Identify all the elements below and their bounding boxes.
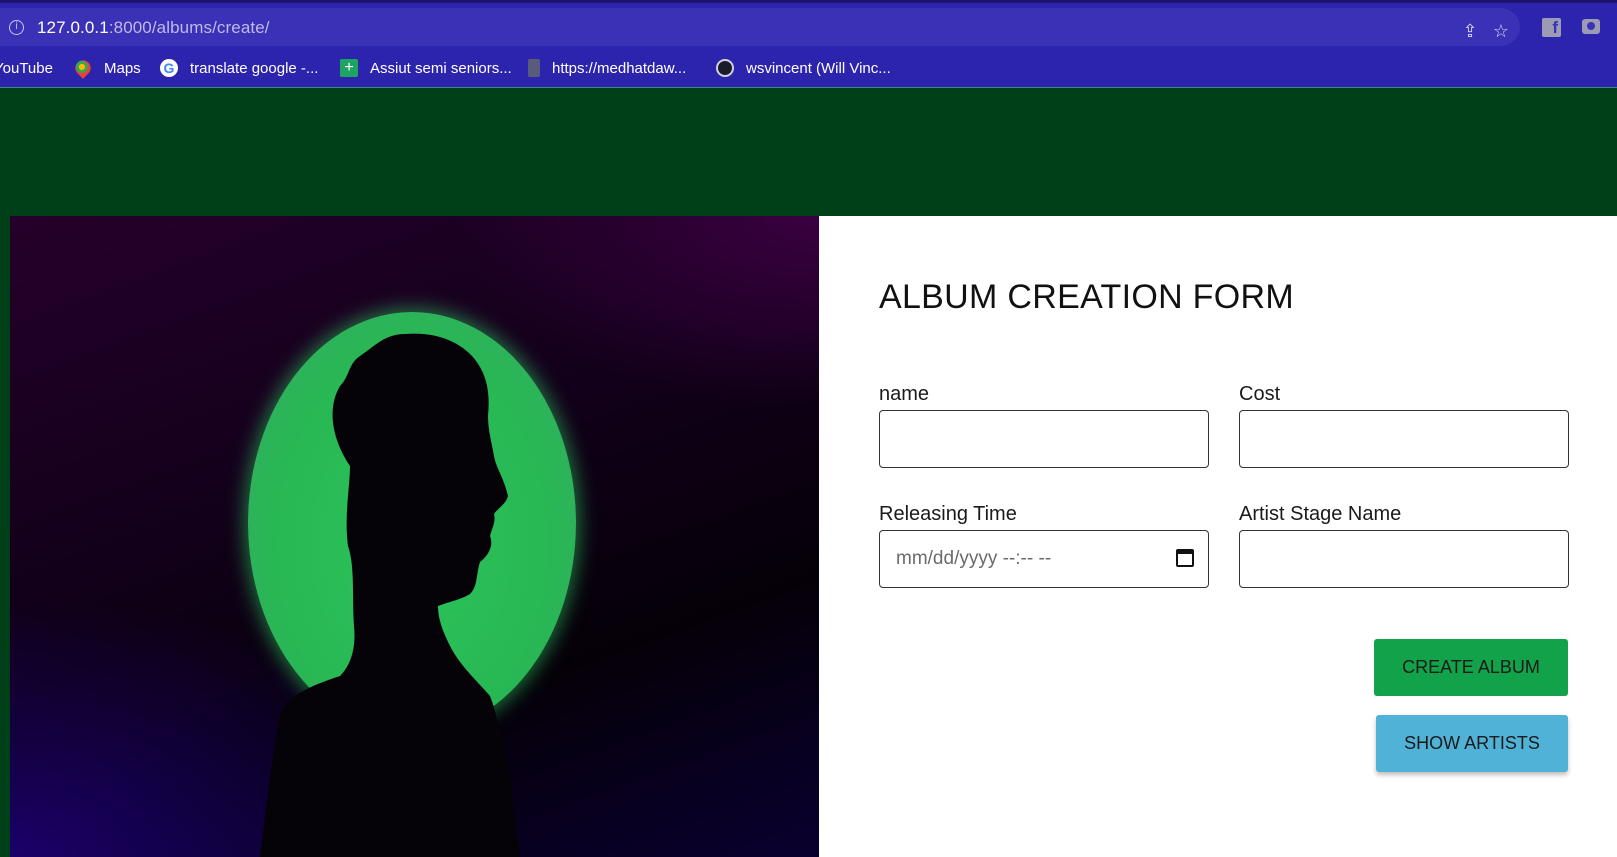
info-icon[interactable]: i — [9, 20, 24, 35]
bookmark-wsvincent[interactable]: wsvincent (Will Vinc... — [716, 48, 891, 88]
google-icon: G — [160, 59, 178, 77]
name-label: name — [879, 383, 930, 405]
bookmark-label: https://medhatdaw... — [552, 59, 687, 77]
show-artists-button[interactable]: SHOW ARTISTS — [1376, 715, 1568, 772]
artist-stage-name-label: Artist Stage Name — [1239, 503, 1402, 525]
bookmark-label: translate google -... — [190, 59, 319, 77]
sheets-icon: + — [340, 59, 358, 77]
bookmark-medhat[interactable]: https://medhatdaw... — [528, 48, 686, 88]
releasing-time-input[interactable]: mm/dd/yyyy --:-- -- — [879, 530, 1209, 588]
share-icon[interactable]: ⇪ — [1460, 22, 1480, 42]
bookmark-maps[interactable]: Maps — [72, 48, 141, 88]
url-text[interactable]: 127.0.0.1:8000/albums/create/ — [37, 18, 270, 38]
bookmark-youtube[interactable]: YouTube — [0, 48, 53, 88]
create-album-button[interactable]: CREATE ALBUM — [1374, 639, 1568, 696]
bookmark-label: wsvincent (Will Vinc... — [746, 59, 891, 77]
calendar-icon[interactable] — [1176, 549, 1194, 567]
form-title: ALBUM CREATION FORM — [879, 278, 1294, 316]
bookmark-assiut[interactable]: + Assiut semi seniors... — [340, 48, 512, 88]
album-form-panel: ALBUM CREATION FORM name Cost Releasing … — [819, 216, 1617, 857]
url-path: :8000/albums/create/ — [108, 18, 270, 37]
artist-stage-name-input[interactable] — [1239, 530, 1569, 588]
facebook-extension-icon[interactable]: f — [1542, 18, 1561, 37]
site-icon — [528, 59, 540, 77]
bookmark-label: Maps — [104, 59, 141, 77]
camera-extension-icon[interactable] — [1582, 19, 1600, 34]
star-icon[interactable]: ☆ — [1491, 22, 1511, 42]
bookmark-translate[interactable]: G translate google -... — [160, 48, 318, 88]
maps-icon — [72, 57, 94, 79]
bookmark-label: Assiut semi seniors... — [370, 59, 512, 77]
album-hero-image — [10, 216, 819, 857]
man-silhouette — [260, 333, 520, 857]
releasing-time-placeholder: mm/dd/yyyy --:-- -- — [896, 548, 1052, 569]
bookmark-label: YouTube — [0, 59, 53, 77]
name-input[interactable] — [879, 410, 1209, 468]
cost-label: Cost — [1239, 383, 1281, 405]
github-icon — [716, 59, 734, 77]
bookmarks-bar: YouTube Maps G translate google -... + A… — [0, 48, 1617, 88]
browser-address-bar: i 127.0.0.1:8000/albums/create/ ⇪ ☆ f — [0, 0, 1617, 48]
omnibox[interactable]: i 127.0.0.1:8000/albums/create/ ⇪ ☆ — [0, 8, 1520, 46]
url-host: 127.0.0.1 — [37, 18, 109, 37]
releasing-time-label: Releasing Time — [879, 503, 1017, 525]
cost-input[interactable] — [1239, 410, 1569, 468]
